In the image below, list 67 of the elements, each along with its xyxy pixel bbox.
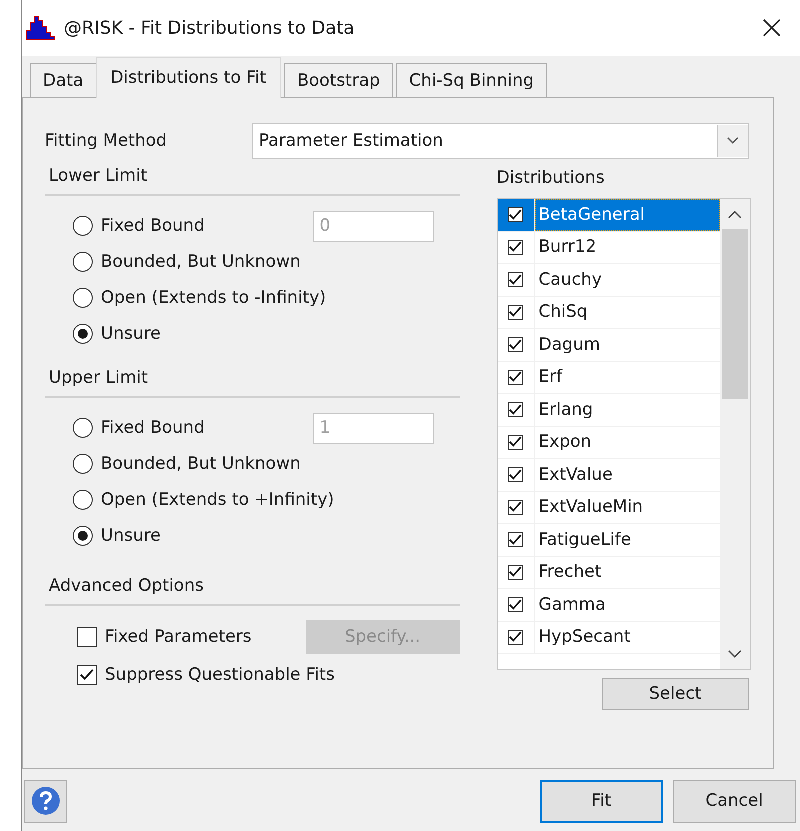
tab[interactable]: Bootstrap <box>284 63 394 98</box>
dialog-button[interactable]: Cancel <box>673 780 796 822</box>
radio-label[interactable]: Bounded, But Unknown <box>101 454 301 474</box>
distribution-name[interactable]: Dagum <box>534 329 720 360</box>
checkbox[interactable] <box>508 272 524 288</box>
radio-label[interactable]: Open (Extends to -Infinity) <box>101 288 326 308</box>
app-logo-icon <box>26 15 56 41</box>
checkbox[interactable] <box>508 564 524 580</box>
section-title: Advanced Options <box>45 554 460 606</box>
section-title: Lower Limit <box>45 160 460 196</box>
radio-button[interactable] <box>73 324 93 344</box>
window-title: @RISK - Fit Distributions to Data <box>64 18 356 38</box>
distribution-name[interactable]: Frechet <box>534 556 720 588</box>
checkbox[interactable] <box>508 370 524 385</box>
fitting-method-label: Fitting Method <box>45 131 168 151</box>
scroll-up-icon[interactable] <box>728 210 742 218</box>
scrollbar[interactable] <box>720 199 750 669</box>
radio-button[interactable] <box>73 454 93 474</box>
distribution-name[interactable]: Burr12 <box>534 232 720 263</box>
radio-label[interactable]: Bounded, But Unknown <box>101 252 301 272</box>
select-button[interactable]: Select <box>602 678 749 710</box>
radio-button[interactable] <box>73 216 93 236</box>
section-title: Upper Limit <box>45 352 460 398</box>
distributions-title: Distributions <box>496 167 606 190</box>
checkbox[interactable] <box>508 532 524 548</box>
distribution-name[interactable]: Expon <box>534 426 720 458</box>
checkbox[interactable] <box>508 630 524 645</box>
radio-button[interactable] <box>73 252 93 272</box>
radio-label[interactable]: Unsure <box>101 324 161 344</box>
distribution-name[interactable]: ChiSq <box>534 296 720 328</box>
radio-label[interactable]: Fixed Bound <box>101 216 205 236</box>
tab[interactable]: Distributions to Fit <box>96 57 282 98</box>
dialog-button[interactable]: Fit <box>540 780 663 822</box>
checkbox[interactable] <box>508 467 524 482</box>
distribution-name[interactable]: BetaGeneral <box>534 199 720 230</box>
radio-button[interactable] <box>73 526 93 546</box>
help-button[interactable] <box>24 780 67 822</box>
checkbox[interactable] <box>77 627 97 647</box>
checkbox[interactable] <box>508 304 524 320</box>
checkbox-label[interactable]: Suppress Questionable Fits <box>105 665 335 685</box>
distribution-name[interactable]: Cauchy <box>534 264 720 296</box>
distribution-name[interactable]: ExtValue <box>534 459 720 490</box>
radio-button[interactable] <box>73 288 93 308</box>
checkbox-label[interactable]: Fixed Parameters <box>105 627 252 647</box>
radio-label[interactable]: Open (Extends to +Infinity) <box>101 490 334 510</box>
checkbox[interactable] <box>77 665 97 685</box>
radio-label[interactable]: Unsure <box>101 526 161 546</box>
radio-button[interactable] <box>73 418 93 438</box>
checkbox[interactable] <box>508 500 524 515</box>
distribution-name[interactable]: ExtValueMin <box>534 492 720 523</box>
fitting-method-dropdown[interactable]: Parameter Estimation <box>252 123 749 159</box>
scroll-down-icon[interactable] <box>728 650 742 658</box>
distribution-name[interactable]: FatigueLife <box>534 524 720 556</box>
checkbox[interactable] <box>508 597 524 612</box>
checkbox[interactable] <box>508 434 524 450</box>
checkbox[interactable] <box>508 402 524 418</box>
tab[interactable]: Data <box>30 63 97 98</box>
distribution-name[interactable]: Erf <box>534 362 720 393</box>
distribution-name[interactable]: Erlang <box>534 394 720 426</box>
tab[interactable]: Chi-Sq Binning <box>396 63 548 98</box>
radio-button[interactable] <box>73 490 93 510</box>
distribution-name[interactable]: Gamma <box>534 589 720 620</box>
radio-label[interactable]: Fixed Bound <box>101 418 205 438</box>
checkbox[interactable] <box>508 207 524 222</box>
checkbox[interactable] <box>508 240 524 255</box>
checkbox[interactable] <box>508 337 524 352</box>
distribution-name[interactable]: HypSecant <box>534 622 720 653</box>
